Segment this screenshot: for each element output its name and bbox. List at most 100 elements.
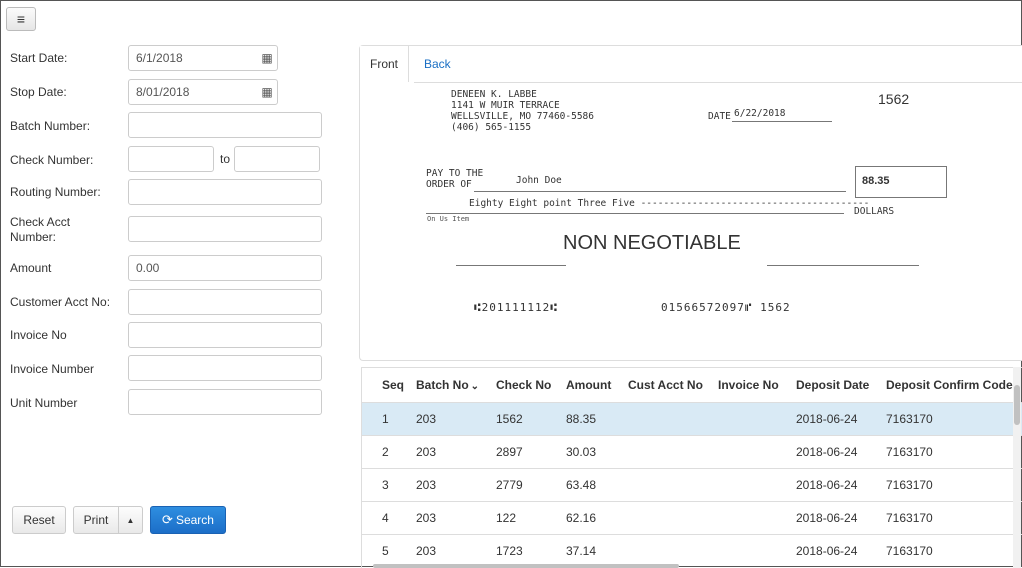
cell-seq: 3 [362, 468, 406, 502]
pay-to-label-line2: ORDER OF [426, 179, 472, 190]
batch-no-header-label: Batch No [416, 378, 469, 392]
cell-amount: 88.35 [556, 402, 618, 436]
stop-date-input[interactable] [128, 79, 278, 105]
print-dropdown-toggle[interactable]: ▲ [118, 506, 143, 534]
reset-button-label: Reset [23, 513, 55, 527]
cell-batch: 203 [406, 468, 486, 502]
micr-routing: ⑆201111112⑆ [474, 301, 558, 314]
cell-deposit-date: 2018-06-24 [786, 501, 876, 535]
vertical-scrollbar-thumb[interactable] [1014, 385, 1020, 425]
horizontal-scrollbar-thumb[interactable] [373, 564, 679, 568]
check-number-from-input[interactable] [128, 146, 214, 172]
cell-invoice [708, 534, 786, 567]
table-row[interactable]: 5 203 1723 37.14 2018-06-24 7163170 [362, 534, 1022, 567]
check-acct-number-input[interactable] [128, 216, 322, 242]
cell-deposit-date: 2018-06-24 [786, 402, 876, 436]
table-row[interactable]: 2 203 2897 30.03 2018-06-24 7163170 [362, 435, 1022, 469]
amount-words-line [426, 213, 844, 214]
cell-seq: 1 [362, 402, 406, 436]
batch-number-input[interactable] [128, 112, 322, 138]
payee-name: John Doe [516, 175, 562, 186]
invoice-number-input[interactable] [128, 355, 322, 381]
print-button-label: Print [83, 513, 109, 527]
invoice-no-label: Invoice No [10, 328, 67, 342]
check-acct-label-line2: Number: [10, 230, 57, 244]
cell-amount: 62.16 [556, 501, 618, 535]
unit-number-label: Unit Number [10, 396, 78, 410]
check-acct-label-line1: Check Acct [10, 215, 71, 229]
invoice-no-input[interactable] [128, 322, 322, 348]
cell-confirm-code: 7163170 [876, 435, 1022, 469]
amount-words: Eighty Eight point Three Five ----------… [469, 198, 870, 209]
start-date-label: Start Date: [10, 51, 68, 65]
cell-deposit-date: 2018-06-24 [786, 534, 876, 567]
cell-cust-acct [618, 435, 708, 469]
tab-divider [414, 82, 1022, 83]
search-button[interactable]: ⟳ Search [150, 506, 226, 534]
tab-back-label: Back [424, 57, 451, 71]
check-number-label: Check Number: [10, 153, 94, 167]
cell-invoice [708, 501, 786, 535]
routing-number-input[interactable] [128, 179, 322, 205]
menu-button[interactable]: ≡ [6, 7, 36, 31]
non-negotiable-text: NON NEGOTIABLE [563, 232, 741, 254]
search-button-label: Search [175, 513, 214, 527]
tab-front[interactable]: Front [360, 46, 410, 82]
table-row[interactable]: 4 203 122 62.16 2018-06-24 7163170 [362, 501, 1022, 535]
table-header-row: Seq Batch No ⌄ Check No Amount Cust Acct … [362, 368, 1022, 403]
cell-cust-acct [618, 468, 708, 502]
hamburger-icon: ≡ [16, 11, 26, 27]
calendar-icon[interactable]: ▦ [260, 51, 274, 65]
pay-to-label-line1: PAY TO THE [426, 168, 484, 179]
memo-line [456, 265, 566, 266]
check-number-to-input[interactable] [234, 146, 320, 172]
tab-back[interactable]: Back [414, 46, 461, 82]
cell-batch: 203 [406, 501, 486, 535]
column-header-invoice-no[interactable]: Invoice No [708, 368, 786, 403]
cell-cust-acct [618, 534, 708, 567]
invoice-number-label: Invoice Number [10, 362, 95, 376]
cell-confirm-code: 7163170 [876, 468, 1022, 502]
table-row[interactable]: 3 203 2779 63.48 2018-06-24 7163170 [362, 468, 1022, 502]
print-button[interactable]: Print [73, 506, 119, 534]
column-header-deposit-confirm-code[interactable]: Deposit Confirm Code [876, 368, 1022, 403]
customer-acct-no-label: Customer Acct No: [10, 295, 111, 309]
table-row[interactable]: 1 203 1562 88.35 2018-06-24 7163170 [362, 402, 1022, 436]
cell-check: 1562 [486, 402, 556, 436]
reset-button[interactable]: Reset [12, 506, 66, 534]
cell-batch: 203 [406, 534, 486, 567]
column-header-check-no[interactable]: Check No [486, 368, 556, 403]
routing-number-label: Routing Number: [10, 185, 101, 199]
calendar-icon[interactable]: ▦ [260, 85, 274, 99]
results-table: Seq Batch No ⌄ Check No Amount Cust Acct … [362, 368, 1022, 567]
column-header-amount[interactable]: Amount [556, 368, 618, 403]
stop-date-label: Stop Date: [10, 85, 67, 99]
column-header-seq[interactable]: Seq [362, 368, 406, 403]
unit-number-input[interactable] [128, 389, 322, 415]
cell-amount: 30.03 [556, 435, 618, 469]
cell-seq: 2 [362, 435, 406, 469]
signature-line [767, 265, 919, 266]
column-header-cust-acct-no[interactable]: Cust Acct No [618, 368, 708, 403]
check-number-to-label: to [220, 152, 231, 166]
date-value: 6/22/2018 [734, 108, 786, 119]
refresh-icon: ⟳ [162, 512, 173, 527]
cell-seq: 5 [362, 534, 406, 567]
cell-check: 2779 [486, 468, 556, 502]
amount-label: Amount [10, 261, 52, 275]
amount-input[interactable] [128, 255, 322, 281]
dollars-label: DOLLARS [854, 206, 895, 217]
tab-front-label: Front [370, 57, 399, 71]
column-header-deposit-date[interactable]: Deposit Date [786, 368, 876, 403]
cell-check: 1723 [486, 534, 556, 567]
date-label: DATE [708, 111, 731, 122]
cell-invoice [708, 468, 786, 502]
column-header-batch-no[interactable]: Batch No ⌄ [406, 368, 486, 403]
customer-acct-no-input[interactable] [128, 289, 322, 315]
cell-batch: 203 [406, 435, 486, 469]
date-line [732, 121, 832, 122]
batch-number-label: Batch Number: [10, 119, 91, 133]
start-date-input[interactable] [128, 45, 278, 71]
caret-up-icon: ▲ [126, 515, 135, 525]
amount-box: 88.35 [855, 166, 947, 198]
